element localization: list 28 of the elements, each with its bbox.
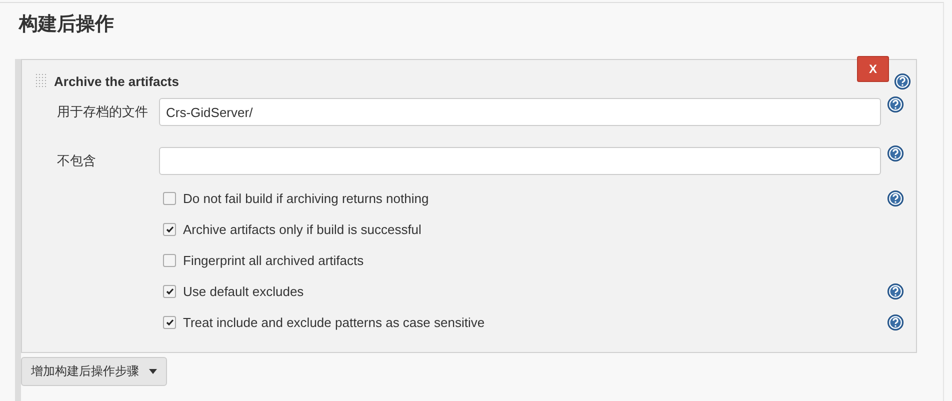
check-icon: [166, 226, 174, 233]
help-icon[interactable]: [886, 145, 904, 162]
help-icon[interactable]: [886, 283, 904, 300]
delete-button[interactable]: X: [857, 56, 889, 82]
add-step-button[interactable]: 增加构建后操作步骤: [21, 357, 167, 386]
option-label: Fingerprint all archived artifacts: [183, 253, 364, 268]
option-label: Use default excludes: [183, 284, 304, 299]
help-icon[interactable]: [886, 190, 904, 207]
help-icon[interactable]: [886, 96, 904, 113]
checkbox[interactable]: [163, 192, 176, 205]
field-label: 用于存档的文件: [56, 103, 149, 121]
help-icon[interactable]: [894, 72, 910, 90]
check-icon: [166, 288, 174, 295]
option-label: Archive artifacts only if build is successful: [183, 222, 422, 237]
field-label: 不包含: [56, 152, 97, 170]
text-field[interactable]: [159, 147, 881, 175]
help-icon[interactable]: [886, 314, 904, 331]
text-field[interactable]: Crs-GidServer/: [159, 98, 881, 126]
caret-icon: [149, 369, 157, 374]
step-title: Archive the artifacts: [54, 74, 180, 88]
checkbox[interactable]: [163, 316, 176, 329]
checkbox[interactable]: [163, 223, 176, 236]
checkbox[interactable]: [163, 254, 176, 267]
option-label: Do not fail build if archiving returns nothing: [183, 191, 429, 206]
section-title: 构建后操作: [18, 12, 115, 37]
checkbox[interactable]: [163, 285, 176, 298]
check-icon: [166, 319, 174, 326]
option-label: Treat include and exclude patterns as case sensitive: [183, 315, 485, 330]
